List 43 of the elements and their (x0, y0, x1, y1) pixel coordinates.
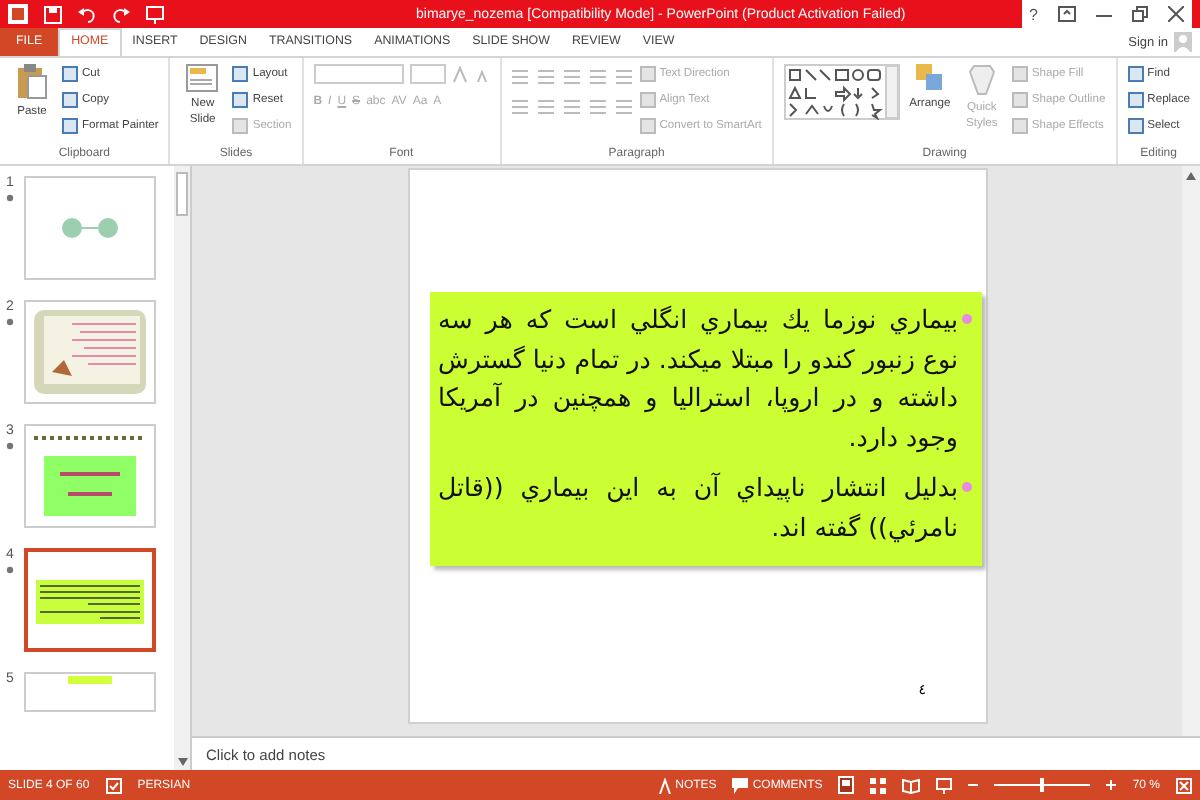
slideshow-icon[interactable] (936, 777, 953, 793)
bullet-icon (962, 314, 972, 324)
font-name-field[interactable] (313, 64, 404, 84)
slide-thumbnail[interactable] (24, 176, 156, 280)
bullet-icon (962, 482, 972, 492)
spell-check-icon[interactable] (105, 777, 122, 793)
slide-thumbnail[interactable] (24, 548, 156, 652)
presentation-icon[interactable] (146, 5, 164, 23)
shapes-gallery[interactable] (783, 64, 900, 120)
font-size-field[interactable] (409, 64, 446, 84)
slide-preview-drawing (68, 676, 112, 684)
reading-view-icon[interactable] (902, 777, 921, 793)
paragraph: بيماري نوزما يك بيماري انگلي است كه هر سه نوع زنبور كندو را مبتلا ميكند. در تمام دنيا گسترش داشته و در اروپا، استراليا و همچنين در آمريكا وجود دارد. (438, 302, 958, 456)
save-icon[interactable] (44, 5, 62, 23)
restore-icon[interactable] (1132, 6, 1148, 22)
scrollbar[interactable] (1182, 166, 1200, 736)
slide-thumbnail[interactable] (24, 300, 156, 404)
redo-icon[interactable] (112, 5, 130, 23)
slide-thumbnail[interactable] (24, 672, 156, 712)
scroll-down-icon[interactable] (177, 758, 187, 766)
slide-preview-drawing (28, 304, 152, 400)
undo-icon[interactable] (78, 5, 96, 23)
normal-view-icon[interactable] (838, 776, 855, 794)
slide-thumbnail[interactable] (24, 424, 156, 528)
scroll-thumb[interactable] (176, 172, 188, 216)
slider-thumb[interactable] (1040, 778, 1045, 792)
zoom-out-icon[interactable] (968, 780, 979, 790)
help-button[interactable]: ? (1029, 5, 1038, 23)
notes-icon (657, 777, 672, 793)
close-icon[interactable] (1168, 6, 1184, 22)
comment-icon (732, 777, 749, 793)
arrange-icon (915, 64, 944, 92)
zoom-in-icon[interactable] (1106, 780, 1117, 790)
slide-sorter-icon[interactable] (870, 777, 887, 793)
scrollbar[interactable] (174, 166, 190, 770)
new-slide-icon (186, 64, 219, 92)
scroll-up-icon[interactable] (1186, 172, 1196, 180)
powerpoint-logo-icon[interactable] (8, 4, 28, 24)
fit-slide-icon[interactable] (1176, 777, 1192, 793)
paragraph: بدليل انتشار ناپيداي آن به اين بيماري ((قاتل نامرئي)) گفته اند. (438, 470, 958, 546)
clipboard-icon (16, 64, 48, 100)
ribbon-display-icon[interactable] (1058, 6, 1076, 22)
slide-preview-drawing (62, 218, 118, 238)
